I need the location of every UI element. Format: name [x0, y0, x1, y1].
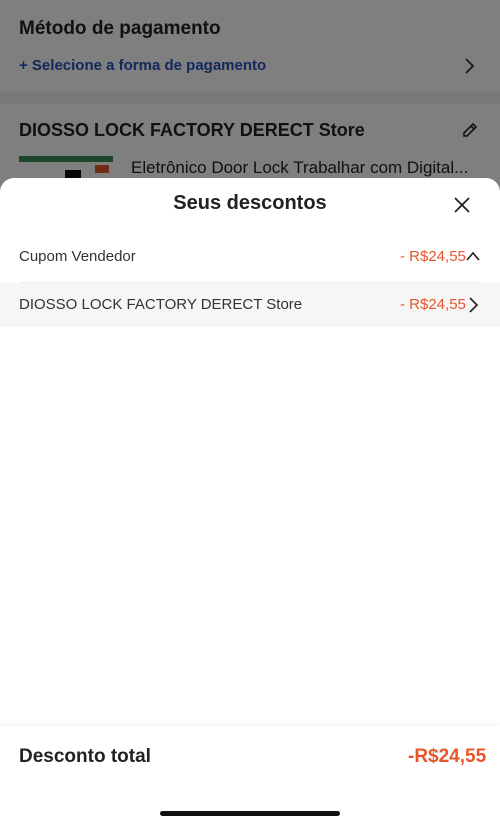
- total-discount-label: Desconto total: [19, 746, 151, 767]
- total-discount-amount: -R$24,55: [408, 746, 487, 767]
- close-icon[interactable]: [452, 195, 472, 215]
- home-indicator[interactable]: [160, 811, 340, 816]
- store-discount-row[interactable]: DIOSSO LOCK FACTORY DERECT Store - R$24,…: [0, 283, 500, 327]
- store-discount-amount: - R$24,55: [400, 296, 466, 313]
- coupon-vendor-amount: - R$24,55: [400, 248, 466, 265]
- discounts-sheet: Seus descontos Cupom Vendedor - R$24,55 …: [0, 178, 500, 829]
- total-discount-footer: Desconto total -R$24,55: [0, 726, 500, 829]
- store-discount-label: DIOSSO LOCK FACTORY DERECT Store: [19, 296, 303, 313]
- coupon-vendor-row[interactable]: Cupom Vendedor - R$24,55: [0, 236, 500, 282]
- chevron-right-icon[interactable]: [466, 296, 480, 314]
- coupon-vendor-label: Cupom Vendedor: [19, 248, 136, 265]
- chevron-up-icon[interactable]: [465, 249, 481, 265]
- sheet-title: Seus descontos: [173, 192, 327, 214]
